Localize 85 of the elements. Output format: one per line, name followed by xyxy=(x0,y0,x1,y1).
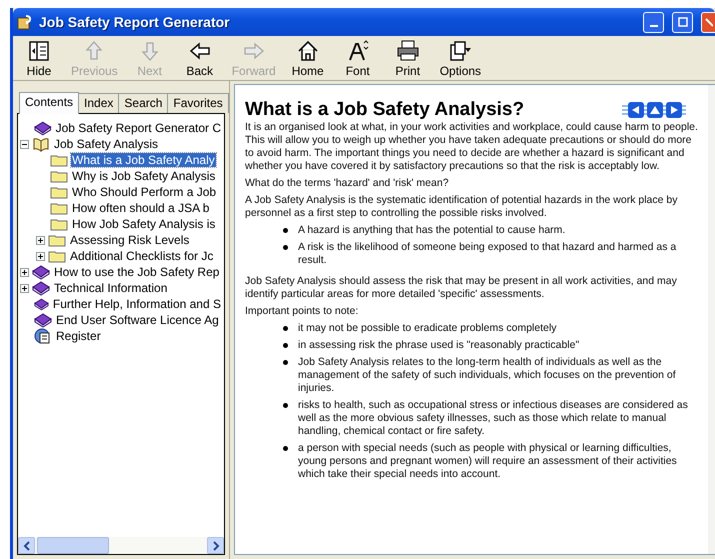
bullet-icon xyxy=(283,403,288,408)
toolbar-button[interactable]: Font xyxy=(338,39,378,80)
tree-item[interactable]: How to use the Job Safety Rep xyxy=(53,265,220,279)
close-icon xyxy=(704,17,712,27)
toolbar-button[interactable]: Back xyxy=(180,39,220,80)
tree-item[interactable]: Who Should Perform a Job xyxy=(71,185,218,199)
tree-item[interactable]: How Job Safety Analysis is xyxy=(71,217,216,231)
topic-heading: What is a Job Safety Analysis? xyxy=(245,99,526,121)
tab[interactable]: Favorites xyxy=(167,93,229,113)
bullet-icon xyxy=(283,228,288,233)
bullet-text: a person with special needs (such as people with physical or learning difficulties, young persons and pregnant women) will require an assessment of their activities which take their special needs into account. xyxy=(298,442,678,481)
folder-icon xyxy=(50,217,68,231)
bullet-text: A risk is the likelihood of someone being exposed to that hazard and harmed as a result. xyxy=(298,241,678,267)
chevron-left-icon xyxy=(22,540,30,550)
plus-icon xyxy=(37,236,44,244)
folder-icon xyxy=(50,201,68,215)
paragraph: It is an organised look at what, in your work activities and workplace, could cause harm to people. This will allow you to weigh up whether you have taken adequate precautions or should do more to avoid harm. The important things you need to decide are whether a hazard is significant and whether you have covered it by satisfactory precautions so that the risk is acceptably low. xyxy=(245,121,699,173)
scroll-right-button[interactable] xyxy=(207,537,224,554)
tree-item[interactable]: End User Software Licence Ag xyxy=(55,313,220,327)
tree-item[interactable]: What is a Job Safety Analy xyxy=(71,153,216,167)
close-button[interactable] xyxy=(701,12,715,32)
expand-toggle[interactable] xyxy=(36,252,45,260)
toolbar-button[interactable]: Print xyxy=(388,39,428,80)
bullet-icon xyxy=(283,360,288,365)
scroll-left-button[interactable] xyxy=(18,537,35,554)
book-icon xyxy=(32,280,50,296)
tree-item[interactable]: Register xyxy=(55,329,102,343)
options-icon xyxy=(448,39,472,63)
tree-item[interactable]: Job Safety Report Generator C xyxy=(54,121,222,135)
tree-item[interactable]: Assessing Risk Levels xyxy=(69,233,190,247)
tree-item[interactable]: Why is Job Safety Analysis xyxy=(71,169,216,183)
toolbar-button[interactable]: Home xyxy=(288,39,328,80)
bullet-text: it may not be possible to eradicate problems completely xyxy=(298,322,557,335)
book-icon xyxy=(34,120,52,136)
paragraph: What do the terms 'hazard' and 'risk' mean? xyxy=(245,177,450,190)
tree-item[interactable]: Job Safety Analysis xyxy=(53,137,160,151)
panel-icon xyxy=(27,39,51,63)
bullet-icon xyxy=(283,245,288,250)
tree-item[interactable]: How often should a JSA b xyxy=(71,201,210,215)
toolbar-button[interactable]: Options xyxy=(438,39,484,80)
tree-item[interactable]: Technical Information xyxy=(53,281,168,295)
register-icon xyxy=(34,328,52,344)
bullet-icon xyxy=(283,326,288,331)
paragraph: Important points to note: xyxy=(245,305,360,318)
book-icon xyxy=(34,296,49,312)
home-icon xyxy=(296,39,320,63)
bullet-icon xyxy=(283,343,288,348)
folder-icon xyxy=(50,153,68,167)
book-icon xyxy=(32,264,50,280)
plus-icon xyxy=(37,252,44,260)
folder-icon xyxy=(50,169,68,183)
expand-toggle[interactable] xyxy=(20,268,29,276)
folder-icon xyxy=(48,233,66,247)
bullet-text: A hazard is anything that has the potential to cause harm. xyxy=(298,224,566,237)
maximize-icon xyxy=(678,17,688,27)
expand-toggle[interactable] xyxy=(20,140,29,148)
toolbar-button[interactable]: Hide xyxy=(19,39,59,80)
plus-icon xyxy=(21,284,28,292)
book-icon xyxy=(34,312,52,328)
window-title: Job Safety Report Generator xyxy=(39,14,231,30)
printer-icon xyxy=(396,39,420,63)
help-book-icon xyxy=(17,14,33,30)
open-book-icon xyxy=(32,136,50,152)
navigation-arrows-icon[interactable] xyxy=(622,100,686,120)
plus-icon xyxy=(21,268,28,276)
bullet-text: Job Safety Analysis relates to the long-term health of individuals as well as the management of the safety of such individuals, which focuses on the prevention of injuries. xyxy=(298,356,677,395)
vertical-scrollbar[interactable] xyxy=(708,85,715,554)
maximize-button[interactable] xyxy=(672,12,693,32)
minimize-button[interactable] xyxy=(643,12,664,32)
expand-toggle[interactable] xyxy=(36,236,45,244)
paragraph: A Job Safety Analysis is the systematic identification of potential hazards in the work place by personnel as a first step to controlling the possible risks involved. xyxy=(245,194,678,220)
tab[interactable]: Contents xyxy=(19,92,80,114)
bullet-text: risks to health, such as occupational stress or infectious diseases are considered as well as the more obvious safety illnesses, such as those which relate to manual handling, chemical contact or fire safety. xyxy=(298,399,689,438)
scroll-thumb[interactable] xyxy=(37,537,109,554)
folder-icon xyxy=(50,185,68,199)
chevron-right-icon xyxy=(212,540,220,550)
bullet-icon xyxy=(283,446,288,451)
tree-item[interactable]: Additional Checklists for Jc xyxy=(69,249,214,263)
tree-item[interactable]: Further Help, Information and S xyxy=(52,297,222,311)
folder-icon xyxy=(48,249,66,263)
bullet-text: in assessing risk the phrase used is "reasonably practicable" xyxy=(298,339,580,352)
minimize-icon xyxy=(650,25,658,27)
expand-toggle[interactable] xyxy=(20,284,29,292)
horizontal-scrollbar[interactable] xyxy=(18,537,224,554)
paragraph: Job Safety Analysis should assess the risk that may be present in all work activities, and may identify particular areas for more detailed 'specific' assessments. xyxy=(245,275,678,301)
